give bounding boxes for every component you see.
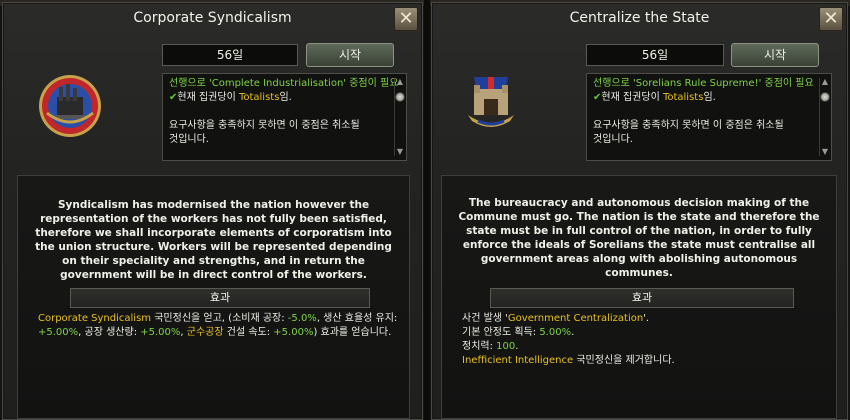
req-prerequisite: 선행으로 'Complete Industrialisation' 중점이 필요 bbox=[169, 78, 399, 89]
req-warning: 요구사항을 충족하지 못하면 이 중점은 취소될 bbox=[169, 120, 360, 131]
days-display: 56일 bbox=[586, 44, 724, 66]
description-box: The bureaucracy and autonomous decision … bbox=[441, 175, 837, 419]
req-party: ✔현재 집권당이 Totalists임. bbox=[169, 92, 292, 103]
effect-header: 효과 bbox=[490, 288, 794, 308]
focus-description: Syndicalism has modernised the nation ho… bbox=[35, 199, 392, 281]
panel-gap bbox=[424, 0, 430, 420]
req-prerequisite: 선행으로 'Sorelians Rule Supreme!' 중점이 필요 bbox=[593, 78, 814, 89]
description-box: Syndicalism has modernised the nation ho… bbox=[17, 175, 410, 419]
req-warning: 요구사항을 충족하지 못하면 이 중점은 취소될 bbox=[593, 120, 784, 131]
start-button[interactable]: 시작 bbox=[306, 43, 394, 67]
days-display: 56일 bbox=[162, 44, 298, 66]
scrollbar[interactable]: ▲ ▼ bbox=[394, 78, 405, 156]
close-button[interactable]: ✕ bbox=[394, 7, 418, 31]
scroll-down-icon[interactable]: ▼ bbox=[820, 148, 830, 156]
panel-title: Centralize the State bbox=[569, 10, 710, 26]
scroll-down-icon[interactable]: ▼ bbox=[395, 148, 405, 156]
scroll-knob[interactable] bbox=[395, 92, 405, 102]
fortress-flag-emblem-icon bbox=[460, 69, 522, 131]
req-warning-end: 것입니다. bbox=[169, 134, 209, 145]
focus-panel-corporate-syndicalism: Corporate Syndicalism ✕ 56일 시작 선행으로 'Com… bbox=[2, 2, 423, 420]
scroll-up-icon[interactable]: ▲ bbox=[820, 78, 830, 86]
scroll-knob[interactable] bbox=[820, 92, 830, 102]
panel-title: Corporate Syndicalism bbox=[133, 10, 292, 26]
requirements-box: 선행으로 'Complete Industrialisation' 중점이 필요… bbox=[162, 73, 407, 161]
effect-list: Corporate Syndicalism 국민정신을 얻고, (소비재 공장:… bbox=[38, 313, 398, 338]
close-button[interactable]: ✕ bbox=[819, 7, 843, 31]
scroll-up-icon[interactable]: ▲ bbox=[395, 78, 405, 86]
req-party: ✔현재 집권당이 Totalists임. bbox=[593, 92, 716, 103]
scrollbar[interactable]: ▲ ▼ bbox=[819, 78, 830, 156]
factory-emblem-icon bbox=[37, 73, 103, 139]
effect-list: 사건 발생 'Government Centralization'. 기본 안정… bbox=[462, 313, 675, 366]
focus-panel-centralize-state: Centralize the State ✕ 56일 시작 선행으로 'Sore… bbox=[431, 2, 848, 420]
start-button[interactable]: 시작 bbox=[731, 43, 819, 67]
req-warning-end: 것입니다. bbox=[593, 134, 633, 145]
requirements-box: 선행으로 'Sorelians Rule Supreme!' 중점이 필요 ✔현… bbox=[586, 73, 832, 161]
effect-header: 효과 bbox=[70, 288, 370, 308]
focus-description: The bureaucracy and autonomous decision … bbox=[458, 197, 820, 279]
